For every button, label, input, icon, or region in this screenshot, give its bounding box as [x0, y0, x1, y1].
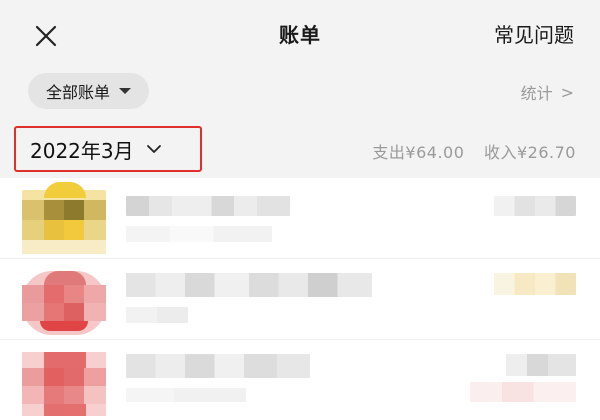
- close-button[interactable]: [30, 20, 62, 52]
- caret-down-icon: [119, 88, 132, 94]
- transaction-row[interactable]: [0, 178, 600, 259]
- blurred-amount: [494, 273, 576, 295]
- stats-label: 统计: [520, 84, 553, 103]
- blurred-date: [126, 388, 246, 402]
- blurred-merchant-name: [126, 273, 372, 297]
- avatar-icon: [22, 271, 106, 335]
- bill-filter-label: 全部账单: [46, 83, 111, 102]
- month-selector[interactable]: 2022年3月: [14, 126, 202, 172]
- transaction-row[interactable]: [0, 259, 600, 340]
- blurred-merchant-name: [126, 354, 310, 378]
- income-total: 收入¥26.70: [484, 143, 576, 162]
- stats-link[interactable]: 统计 >: [521, 80, 574, 104]
- chevron-right-icon: >: [560, 82, 574, 102]
- blurred-badge: [470, 382, 576, 402]
- blurred-amount: [506, 354, 576, 376]
- transaction-list: [0, 178, 600, 420]
- expense-total: 支出¥64.00: [372, 143, 465, 162]
- blurred-amount: [494, 196, 576, 216]
- blurred-date: [126, 226, 272, 242]
- top-bar: 账单 常见问题: [0, 0, 600, 66]
- close-icon: [35, 25, 57, 47]
- filter-bar: 全部账单 统计 >: [0, 66, 600, 120]
- avatar-icon: [22, 182, 106, 254]
- month-summary: 支出¥64.00 收入¥26.70: [372, 139, 576, 163]
- transaction-row[interactable]: [0, 340, 600, 420]
- blurred-date: [126, 307, 188, 323]
- chevron-down-icon: [146, 145, 161, 153]
- blurred-merchant-name: [126, 196, 290, 216]
- month-label: 2022年3月: [30, 138, 134, 163]
- faq-link[interactable]: 常见问题: [494, 19, 574, 48]
- avatar-icon: [22, 352, 106, 416]
- month-bar: 2022年3月 支出¥64.00 收入¥26.70: [0, 120, 600, 178]
- bill-filter-dropdown[interactable]: 全部账单: [28, 73, 150, 109]
